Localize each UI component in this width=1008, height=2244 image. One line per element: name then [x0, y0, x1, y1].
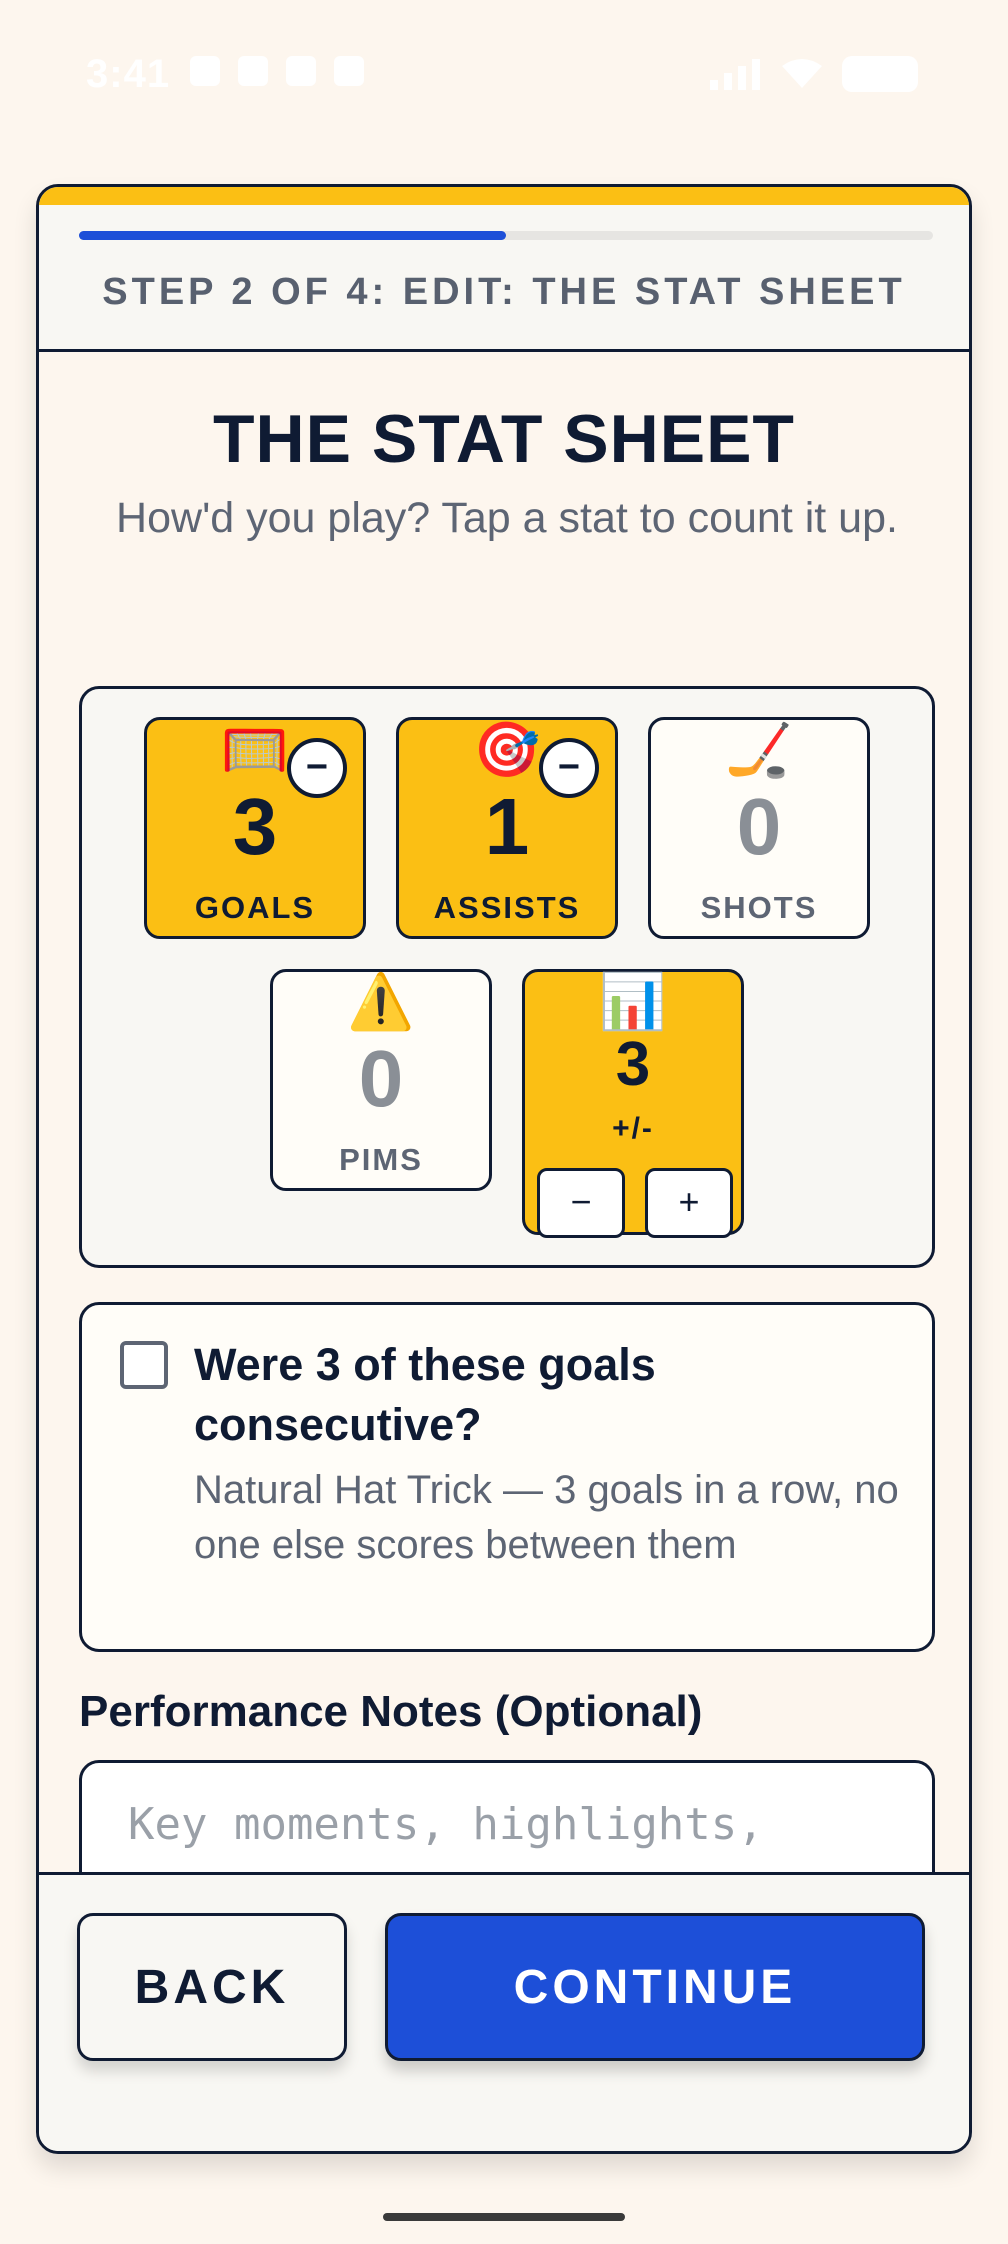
- stat-label: PIMS: [339, 1142, 423, 1177]
- wifi-icon: [782, 59, 822, 88]
- warning-icon: ⚠️: [347, 972, 415, 1032]
- system-icons: [708, 56, 918, 92]
- voicemail-icon: [286, 56, 316, 86]
- page-subtitle: How'd you play? Tap a stat to count it u…: [116, 494, 898, 542]
- signal-icon: [710, 59, 760, 90]
- notes-label: Performance Notes (Optional): [79, 1687, 703, 1736]
- decrement-assists-button[interactable]: −: [539, 738, 599, 798]
- bar-chart-icon: 📊: [599, 972, 667, 1032]
- hockey-stick-icon: 🏒: [725, 720, 793, 780]
- stat-label: GOALS: [194, 890, 316, 925]
- battery-icon: [842, 56, 918, 92]
- progress-fill: [79, 231, 506, 240]
- continue-button[interactable]: CONTINUE: [385, 1913, 925, 2061]
- hat-trick-checkbox[interactable]: [120, 1341, 168, 1389]
- wizard-card: STEP 2 OF 4: EDIT: THE STAT SHEET THE ST…: [36, 184, 972, 2154]
- chat-bubble-icon: [190, 56, 220, 86]
- stat-value: 3: [615, 1030, 651, 1099]
- hat-trick-question: Were 3 of these goals consecutive?: [194, 1339, 656, 1450]
- plus-minus-increment-button[interactable]: +: [645, 1168, 733, 1238]
- notification-icons: [190, 56, 364, 86]
- stat-label: +/-: [612, 1112, 654, 1145]
- stat-label: SHOTS: [700, 890, 818, 925]
- stat-tile-plus-minus: 📊 3 +/- − +: [522, 969, 744, 1238]
- card-accent-bar: [39, 187, 969, 205]
- stat-tile-shots[interactable]: 🏒 0 SHOTS: [648, 717, 870, 939]
- status-time: 3:41: [86, 52, 171, 96]
- status-bar: 3:41: [0, 0, 1008, 150]
- main-content: THE STAT SHEET How'd you play? Tap a sta…: [39, 352, 969, 1872]
- stat-tile-goals[interactable]: 🥅 3 GOALS −: [144, 717, 366, 939]
- stats-panel: 🥅 3 GOALS − 🎯 1 ASSISTS − 🏒 0 SHOTS ⚠️ 0…: [79, 686, 935, 1268]
- stat-label: ASSISTS: [433, 890, 581, 925]
- progress-bar: [79, 231, 933, 240]
- page-title: THE STAT SHEET: [213, 401, 795, 477]
- stat-value: 1: [484, 782, 530, 871]
- back-button[interactable]: BACK: [77, 1913, 347, 2061]
- notes-input[interactable]: [79, 1760, 935, 1872]
- home-indicator[interactable]: [383, 2213, 625, 2221]
- step-label: STEP 2 OF 4: EDIT: THE STAT SHEET: [102, 271, 906, 313]
- stat-value: 0: [736, 782, 782, 871]
- hat-trick-description: Natural Hat Trick — 3 goals in a row, no…: [194, 1468, 899, 1567]
- footer-actions: BACK CONTINUE: [39, 1872, 969, 2151]
- stat-value: 0: [358, 1034, 404, 1123]
- stat-tile-pims[interactable]: ⚠️ 0 PIMS: [270, 969, 492, 1191]
- stat-value: 3: [232, 782, 278, 871]
- mail-icon: [238, 56, 268, 86]
- stat-tile-assists[interactable]: 🎯 1 ASSISTS −: [396, 717, 618, 939]
- plus-minus-decrement-button[interactable]: −: [537, 1168, 625, 1238]
- sim-icon: [334, 56, 364, 86]
- decrement-goals-button[interactable]: −: [287, 738, 347, 798]
- hat-trick-option[interactable]: Were 3 of these goals consecutive? Natur…: [79, 1302, 935, 1652]
